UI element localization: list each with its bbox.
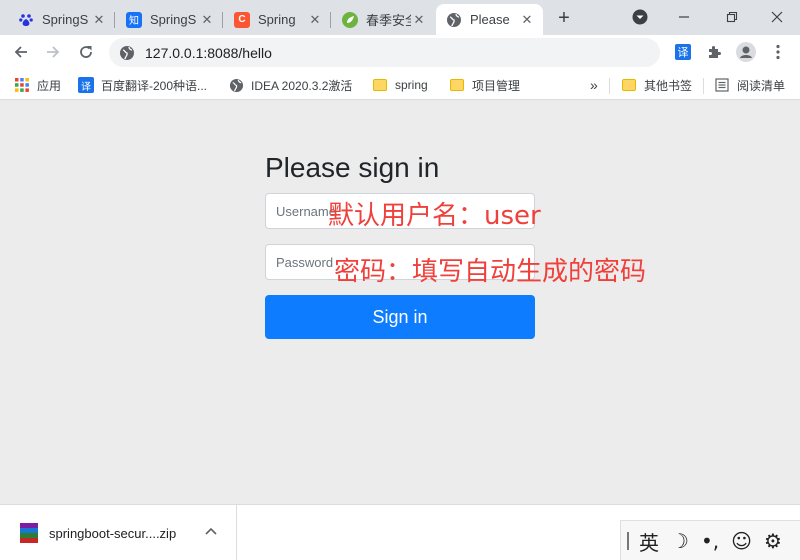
close-icon[interactable]: ✕ — [519, 12, 535, 28]
tab-title: SpringS — [150, 12, 197, 27]
tab-springs-2[interactable]: 知 SpringS ✕ — [116, 4, 223, 35]
extensions-button[interactable] — [704, 42, 724, 62]
more-vert-icon — [776, 44, 780, 60]
translate-extension-button[interactable]: 译 — [673, 42, 693, 62]
new-tab-button[interactable]: + — [553, 7, 575, 29]
tab-title: Please — [470, 12, 510, 27]
baidu-paw-icon — [18, 12, 34, 28]
close-icon[interactable]: ✕ — [307, 12, 323, 28]
globe-icon — [120, 45, 134, 60]
tab-title: 春季安全 — [366, 13, 411, 28]
close-icon[interactable]: ✕ — [199, 12, 215, 28]
spring-leaf-icon — [342, 11, 358, 28]
arrow-left-icon — [14, 46, 27, 58]
bookmark-label: 百度翻译-200种语... — [101, 78, 208, 93]
bookmark-label: IDEA 2020.3.2激活 — [251, 78, 353, 93]
divider — [703, 78, 704, 94]
bookmark-label: spring — [395, 78, 428, 92]
page-content: Please sign in Username Password Sign in… — [0, 101, 800, 504]
back-button[interactable] — [8, 39, 34, 65]
close-window-button[interactable] — [765, 6, 789, 28]
forward-button[interactable] — [40, 39, 66, 65]
bookmark-idea[interactable]: IDEA 2020.3.2激活 — [228, 76, 352, 94]
gear-icon[interactable]: ⚙ — [764, 529, 782, 553]
download-item[interactable]: springboot-secur....zip — [0, 505, 237, 560]
tab-search-button[interactable] — [628, 6, 652, 28]
address-bar[interactable]: 127.0.0.1:8088/hello — [109, 38, 660, 67]
tab-strip: SpringS ✕ 知 SpringS ✕ C Spring ✕ 春季安全 ✕ … — [0, 0, 800, 35]
chevron-up-icon[interactable] — [205, 524, 217, 538]
reading-list-icon — [714, 77, 730, 93]
reading-list-button[interactable]: 阅读清单 — [714, 76, 785, 94]
menu-button[interactable] — [768, 42, 788, 62]
bookmark-label: 应用 — [37, 78, 62, 93]
translate-icon: 译 — [78, 77, 94, 93]
punctuation-toggle[interactable]: •, — [701, 529, 719, 553]
username-annotation: 默认用户名：user — [328, 201, 541, 231]
minimize-button[interactable] — [672, 6, 696, 28]
url-text: 127.0.0.1:8088/hello — [145, 44, 272, 61]
close-icon[interactable]: ✕ — [411, 12, 427, 28]
restore-button[interactable] — [720, 6, 744, 28]
bookmark-apps[interactable]: 应用 — [14, 76, 61, 94]
reload-button[interactable] — [73, 39, 99, 65]
bookmarks-bar: 应用 译 百度翻译-200种语... IDEA 2020.3.2激活 sprin… — [0, 70, 800, 100]
sign-in-button[interactable]: Sign in — [265, 295, 535, 339]
folder-icon — [621, 77, 637, 93]
bookmarks-overflow-button[interactable]: » — [590, 76, 598, 94]
bookmark-folder-spring[interactable]: spring — [372, 76, 428, 94]
tab-springs-1[interactable]: SpringS ✕ — [8, 4, 115, 35]
divider — [609, 78, 610, 94]
bookmark-baidu-translate[interactable]: 译 百度翻译-200种语... — [78, 76, 207, 94]
zhihu-icon: 知 — [126, 11, 142, 28]
zip-archive-icon — [20, 523, 38, 543]
puzzle-icon — [709, 46, 721, 58]
bookmark-folder-other[interactable]: 其他书签 — [621, 76, 692, 94]
close-icon[interactable]: ✕ — [91, 12, 107, 28]
bookmark-label: 项目管理 — [472, 78, 521, 93]
translate-icon: 译 — [675, 44, 691, 60]
password-annotation: 密码：填写自动生成的密码 — [334, 257, 647, 287]
arrow-right-icon — [47, 46, 60, 58]
csdn-icon: C — [234, 11, 250, 28]
ime-drag-handle[interactable] — [627, 532, 629, 550]
browser-toolbar: 127.0.0.1:8088/hello 译 — [0, 35, 800, 70]
chevron-down-icon — [632, 9, 648, 25]
moon-icon[interactable]: ☽ — [671, 529, 689, 553]
download-filename: springboot-secur....zip — [49, 525, 177, 541]
tab-spring-csdn[interactable]: C Spring ✕ — [224, 4, 331, 35]
reload-icon — [80, 46, 92, 58]
apps-grid-icon — [14, 77, 30, 93]
tab-title: SpringS — [42, 12, 89, 27]
tab-title: Spring — [258, 12, 296, 27]
globe-icon — [228, 77, 244, 93]
download-bar: springboot-secur....zip 英 ☽ •, ☺ ⚙ — [0, 504, 800, 560]
tab-please-sign-in[interactable]: Please ✕ — [436, 4, 543, 35]
bookmark-folder-project[interactable]: 项目管理 — [449, 76, 520, 94]
bookmark-label: 其他书签 — [644, 78, 693, 93]
tab-spring-security[interactable]: 春季安全 ✕ — [332, 4, 435, 35]
avatar-icon — [736, 42, 756, 62]
page-title: Please sign in — [265, 152, 440, 183]
folder-icon — [449, 77, 465, 93]
ime-toolbar: 英 ☽ •, ☺ ⚙ — [620, 520, 800, 560]
globe-icon — [446, 12, 462, 28]
folder-icon — [372, 77, 388, 93]
emoji-icon[interactable]: ☺ — [731, 529, 752, 553]
bookmark-label: 阅读清单 — [737, 78, 786, 93]
profile-button[interactable] — [736, 42, 756, 62]
ime-language-toggle[interactable]: 英 — [639, 527, 659, 556]
